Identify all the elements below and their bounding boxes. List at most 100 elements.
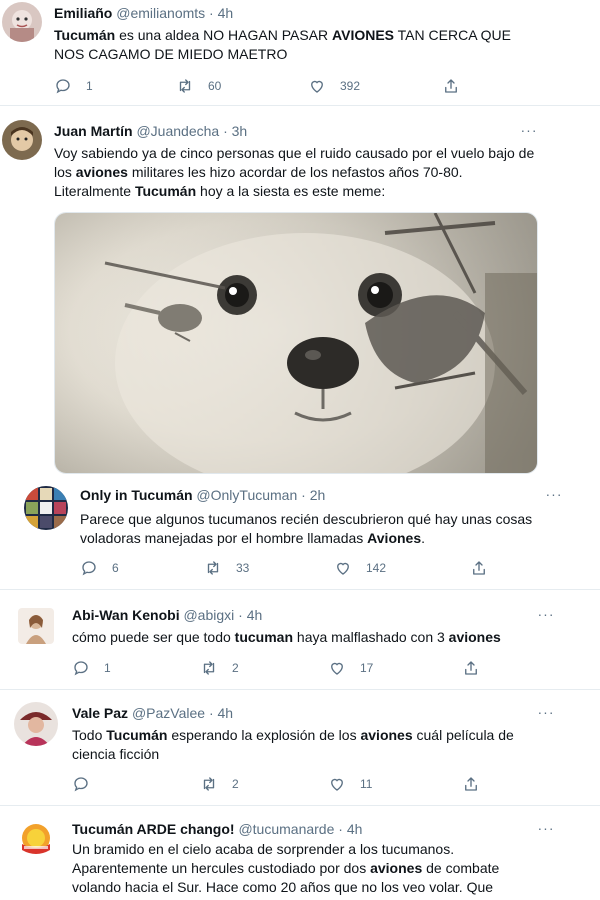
tweet-text-segment: Aparentemente un hercules custodiado por… (72, 860, 371, 876)
user-handle[interactable]: @abigxi (183, 607, 234, 623)
retweet-icon (179, 79, 191, 93)
timestamp[interactable]: 4h (218, 5, 234, 21)
share-button[interactable] (442, 76, 460, 96)
more-options-icon[interactable]: ··· (537, 607, 555, 626)
share-icon (473, 561, 485, 575)
reply-icon (82, 561, 96, 576)
share-icon (465, 777, 477, 791)
tweet-text: Todo Tucumán esperando la explosión de l… (72, 726, 532, 764)
user-handle[interactable]: @tucumanarde (238, 821, 334, 837)
display-name[interactable]: Vale Paz (72, 705, 128, 721)
highlighted-keyword: aviones (448, 629, 501, 645)
separator: · (208, 705, 214, 721)
highlighted-keyword: AVIONES (332, 27, 395, 43)
avatar[interactable] (24, 486, 68, 530)
tweet-header: Vale Paz @PazValee · 4h (72, 704, 233, 722)
display-name[interactable]: Emiliaño (54, 5, 112, 21)
highlighted-keyword: aviones (360, 727, 413, 743)
tweet-text-segment: hoy a la siesta es este meme: (196, 183, 386, 199)
share-button[interactable] (470, 558, 488, 578)
retweet-icon (203, 661, 215, 675)
more-options-icon[interactable]: ··· (520, 123, 538, 142)
tweet-text: Tucumán es una aldea NO HAGAN PASAR AVIO… (54, 26, 524, 64)
tweet[interactable]: Only in Tucumán @OnlyTucuman · 2h ··· Pa… (0, 478, 600, 590)
tweet-text: Un bramido en el cielo acaba de sorprend… (72, 840, 542, 900)
tweet[interactable]: Abi-Wan Kenobi @abigxi · 4h ··· cómo pue… (0, 590, 600, 690)
reply-count: 1 (86, 79, 93, 93)
user-handle[interactable]: @emilianomts (116, 5, 205, 21)
avatar[interactable] (18, 608, 54, 644)
tweet-text-segment: militares les hizo acordar de los nefast… (127, 164, 463, 180)
reply-icon (56, 79, 70, 94)
display-name[interactable]: Juan Martín (54, 123, 133, 139)
tweet-text: Voy sabiendo ya de cinco personas que el… (54, 144, 544, 201)
user-handle[interactable]: @PazValee (132, 705, 205, 721)
highlighted-keyword: aviones (370, 860, 423, 876)
tweet-text-segment: Todo (72, 727, 107, 743)
heart-icon (331, 662, 343, 675)
tweet-media-image[interactable] (54, 212, 538, 474)
timestamp[interactable]: 4h (247, 607, 263, 623)
tweet-text-segment: Literalmente (54, 183, 135, 199)
user-handle[interactable]: @OnlyTucuman (196, 487, 297, 503)
display-name[interactable]: Tucumán ARDE chango! (72, 821, 235, 837)
like-button[interactable]: 392 (308, 76, 360, 96)
tweet[interactable]: Tucumán ARDE chango! @tucumanarde · 4h ·… (0, 806, 600, 900)
retweet-button[interactable]: 2 (200, 774, 239, 794)
highlighted-keyword: Tucumán (54, 27, 116, 43)
tweet-text-segment: Parece que algunos tucumanos recién desc… (80, 511, 533, 546)
timestamp[interactable]: 4h (347, 821, 363, 837)
tweet-text-segment: Un bramido en el cielo acaba de sorprend… (72, 841, 455, 857)
highlighted-keyword: Tucumán (134, 183, 197, 199)
tweet-header: Tucumán ARDE chango! @tucumanarde · 4h (72, 820, 362, 838)
display-name[interactable]: Only in Tucumán (80, 487, 193, 503)
share-button[interactable] (462, 658, 480, 678)
like-button[interactable]: 17 (328, 658, 373, 678)
timestamp[interactable]: 2h (310, 487, 326, 503)
user-handle[interactable]: @Juandecha (136, 123, 219, 139)
reply-icon (74, 661, 88, 676)
tweet-header: Emiliaño @emilianomts · 4h (54, 4, 233, 22)
retweet-button[interactable]: 2 (200, 658, 239, 678)
more-options-icon[interactable]: ··· (545, 487, 563, 506)
retweet-icon (207, 561, 219, 575)
reply-count: 1 (104, 661, 111, 675)
more-options-icon[interactable]: ··· (537, 821, 555, 840)
retweet-button[interactable]: 60 (176, 76, 221, 96)
avatar[interactable] (2, 2, 42, 42)
tweet-text-segment: es una aldea NO HAGAN PASAR (115, 27, 333, 43)
like-count: 17 (360, 661, 374, 675)
display-name[interactable]: Abi-Wan Kenobi (72, 607, 180, 623)
tweet[interactable]: Emiliaño @emilianomts · 4h Tucumán es un… (0, 0, 600, 106)
retweet-button[interactable]: 33 (204, 558, 249, 578)
tweet-header: Abi-Wan Kenobi @abigxi · 4h (72, 606, 262, 624)
avatar[interactable] (14, 702, 58, 746)
more-options-icon[interactable]: ··· (537, 705, 555, 724)
reply-button[interactable]: 1 (54, 76, 93, 96)
heart-icon (311, 80, 323, 93)
separator: · (223, 123, 228, 139)
share-button[interactable] (462, 774, 480, 794)
tweet-header: Juan Martín @Juandecha · 3h (54, 122, 247, 140)
tweet-text-segment: cómo puede ser que todo (72, 629, 235, 645)
reply-button[interactable] (72, 774, 104, 794)
share-icon (465, 661, 477, 675)
separator: · (238, 607, 243, 623)
highlighted-keyword: Aviones (367, 530, 422, 546)
like-button[interactable]: 11 (328, 774, 372, 794)
avatar[interactable] (14, 818, 58, 862)
timestamp[interactable]: 4h (218, 705, 234, 721)
retweet-count: 33 (236, 561, 250, 575)
tweet[interactable]: Juan Martín @Juandecha · 3h ··· Voy sabi… (0, 106, 600, 478)
like-button[interactable]: 142 (334, 558, 386, 578)
tweet-text-segment: haya malflashado con 3 (293, 629, 449, 645)
highlighted-keyword: aviones (75, 164, 128, 180)
timeline-feed: Emiliaño @emilianomts · 4h Tucumán es un… (0, 0, 600, 900)
retweet-icon (203, 777, 215, 791)
tweet-text: Parece que algunos tucumanos recién desc… (80, 510, 550, 548)
tweet[interactable]: Vale Paz @PazValee · 4h ··· Todo Tucumán… (0, 690, 600, 806)
reply-button[interactable]: 6 (80, 558, 119, 578)
reply-button[interactable]: 1 (72, 658, 111, 678)
avatar[interactable] (2, 120, 42, 160)
timestamp[interactable]: 3h (232, 123, 248, 139)
